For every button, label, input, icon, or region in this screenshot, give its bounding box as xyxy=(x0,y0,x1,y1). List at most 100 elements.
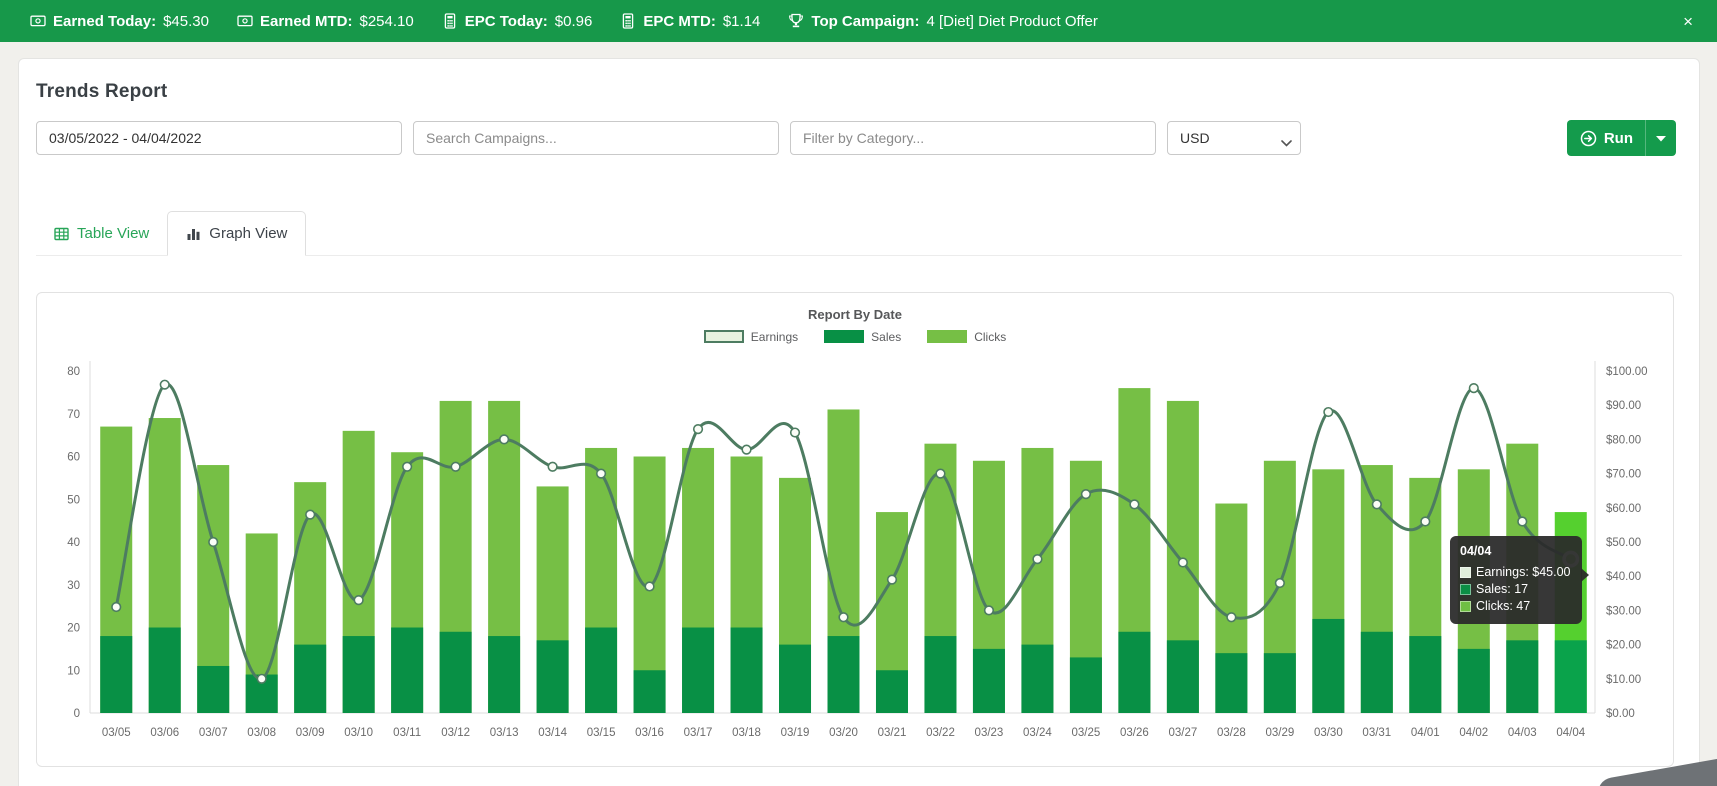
legend-item[interactable]: Clicks xyxy=(927,330,1006,344)
bar-sales[interactable] xyxy=(1555,640,1587,713)
tab-table-view[interactable]: Table View xyxy=(36,211,167,256)
report-chart[interactable]: 01020304050607080$0.00$10.00$20.00$30.00… xyxy=(37,359,1673,759)
bar-sales[interactable] xyxy=(731,628,763,714)
bar-sales[interactable] xyxy=(1167,640,1199,713)
chart-legend: Earnings Sales Clicks xyxy=(37,328,1673,345)
bar-sales[interactable] xyxy=(1021,645,1053,713)
bar-sales[interactable] xyxy=(488,636,520,713)
data-point-marker[interactable] xyxy=(1276,579,1285,588)
date-range-input[interactable] xyxy=(36,121,402,155)
bar-sales[interactable] xyxy=(294,645,326,713)
x-axis-label: 03/31 xyxy=(1362,727,1391,739)
x-axis-label: 03/11 xyxy=(393,727,421,739)
data-point-marker[interactable] xyxy=(1082,490,1091,499)
data-point-marker[interactable] xyxy=(1179,558,1188,567)
data-point-marker[interactable] xyxy=(791,428,800,437)
bar-sales[interactable] xyxy=(634,670,666,713)
bar-sales[interactable] xyxy=(149,628,181,714)
stat-value: 4 [Diet] Diet Product Offer xyxy=(926,13,1097,30)
caret-down-icon xyxy=(1656,136,1666,142)
bar-sales[interactable] xyxy=(924,636,956,713)
data-point-marker[interactable] xyxy=(1518,517,1527,526)
data-point-marker[interactable] xyxy=(839,613,848,622)
bar-sales[interactable] xyxy=(197,666,229,713)
x-axis-label: 03/17 xyxy=(684,727,713,739)
x-axis-label: 03/21 xyxy=(878,727,907,739)
x-axis-label: 03/22 xyxy=(926,727,955,739)
data-point-marker[interactable] xyxy=(1373,500,1382,509)
tab-graph-view[interactable]: Graph View xyxy=(167,211,306,256)
bar-sales[interactable] xyxy=(585,628,617,714)
data-point-marker[interactable] xyxy=(403,462,412,471)
legend-item[interactable]: Earnings xyxy=(704,330,798,344)
bar-sales[interactable] xyxy=(440,632,472,713)
data-point-marker[interactable] xyxy=(1469,384,1478,393)
bar-sales[interactable] xyxy=(1118,632,1150,713)
x-axis-label: 03/23 xyxy=(975,727,1004,739)
data-point-marker[interactable] xyxy=(548,462,557,471)
legend-item[interactable]: Sales xyxy=(824,330,901,344)
trends-report-card: Trends Report USD Run xyxy=(18,58,1700,786)
data-point-marker[interactable] xyxy=(694,425,703,434)
stat-value: $1.14 xyxy=(723,13,761,30)
data-point-marker[interactable] xyxy=(1421,517,1430,526)
data-point-marker[interactable] xyxy=(112,603,121,612)
x-axis-label: 03/10 xyxy=(344,727,373,739)
bar-sales[interactable] xyxy=(100,636,132,713)
bar-sales[interactable] xyxy=(1264,653,1296,713)
stat-item: Earned MTD:$254.10 xyxy=(237,13,414,30)
data-point-marker[interactable] xyxy=(354,596,363,605)
run-dropdown-toggle[interactable] xyxy=(1646,120,1676,156)
right-axis-tick-label: $70.00 xyxy=(1606,469,1641,481)
currency-select[interactable]: USD xyxy=(1167,121,1301,155)
data-point-marker[interactable] xyxy=(306,510,315,519)
bar-sales[interactable] xyxy=(876,670,908,713)
x-axis-label: 03/30 xyxy=(1314,727,1343,739)
view-tabs: Table View Graph View xyxy=(36,211,1682,256)
data-point-marker[interactable] xyxy=(160,380,169,389)
tooltip-swatch xyxy=(1460,601,1471,612)
banknote-icon xyxy=(30,13,46,29)
bar-sales[interactable] xyxy=(537,640,569,713)
bar-sales[interactable] xyxy=(391,628,423,714)
stat-label: Earned Today: xyxy=(53,13,156,30)
run-button[interactable]: Run xyxy=(1567,120,1676,156)
x-axis-label: 03/05 xyxy=(102,727,131,739)
data-point-marker[interactable] xyxy=(1130,500,1139,509)
run-button-main[interactable]: Run xyxy=(1580,130,1645,147)
left-axis-tick-label: 40 xyxy=(67,537,80,549)
data-point-marker[interactable] xyxy=(645,582,654,591)
data-point-marker[interactable] xyxy=(1324,408,1333,417)
data-point-marker[interactable] xyxy=(888,575,897,584)
bar-sales[interactable] xyxy=(1409,636,1441,713)
bar-sales[interactable] xyxy=(1506,640,1538,713)
bar-sales[interactable] xyxy=(973,649,1005,713)
data-point-marker[interactable] xyxy=(451,462,460,471)
currency-selected-value[interactable]: USD xyxy=(1167,121,1301,155)
data-point-marker[interactable] xyxy=(936,469,945,478)
x-axis-label: 03/25 xyxy=(1072,727,1101,739)
category-filter-input[interactable] xyxy=(790,121,1156,155)
data-point-marker[interactable] xyxy=(1227,613,1236,622)
data-point-marker[interactable] xyxy=(985,606,994,615)
bar-sales[interactable] xyxy=(343,636,375,713)
bar-sales[interactable] xyxy=(1070,657,1102,713)
data-point-marker[interactable] xyxy=(500,435,509,444)
search-campaigns-input[interactable] xyxy=(413,121,779,155)
x-axis-label: 03/09 xyxy=(296,727,325,739)
x-axis-label: 03/18 xyxy=(732,727,761,739)
bar-sales[interactable] xyxy=(779,645,811,713)
bar-sales[interactable] xyxy=(1458,649,1490,713)
x-axis-label: 03/16 xyxy=(635,727,664,739)
close-icon[interactable]: × xyxy=(1683,13,1693,30)
data-point-marker[interactable] xyxy=(209,538,218,547)
data-point-marker[interactable] xyxy=(1033,555,1042,564)
bar-sales[interactable] xyxy=(1312,619,1344,713)
data-point-marker[interactable] xyxy=(742,445,751,454)
bar-sales[interactable] xyxy=(1361,632,1393,713)
bar-sales[interactable] xyxy=(682,628,714,714)
bar-sales[interactable] xyxy=(1215,653,1247,713)
data-point-marker[interactable] xyxy=(257,675,266,684)
data-point-marker[interactable] xyxy=(597,469,606,478)
bar-sales[interactable] xyxy=(828,636,860,713)
